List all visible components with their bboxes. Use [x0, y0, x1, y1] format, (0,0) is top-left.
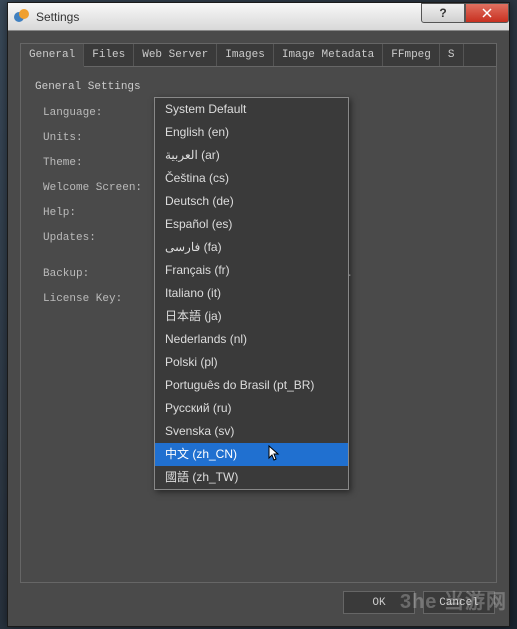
- label-updates: Updates:: [43, 232, 153, 244]
- label-welcome: Welcome Screen:: [43, 182, 153, 194]
- label-theme: Theme:: [43, 157, 153, 169]
- dropdown-item[interactable]: Français (fr): [155, 259, 348, 282]
- app-icon: [14, 9, 30, 25]
- window-title: Settings: [36, 10, 79, 24]
- dropdown-item[interactable]: Русский (ru): [155, 397, 348, 420]
- tab-ffmpeg[interactable]: FFmpeg: [383, 44, 440, 66]
- dropdown-item[interactable]: System Default: [155, 98, 348, 121]
- window-controls: ?: [421, 3, 509, 23]
- dropdown-item[interactable]: Español (es): [155, 213, 348, 236]
- dropdown-item[interactable]: 日本語 (ja): [155, 305, 348, 328]
- dropdown-item[interactable]: Čeština (cs): [155, 167, 348, 190]
- tab-general[interactable]: General: [21, 44, 84, 67]
- cursor-icon: [268, 445, 282, 468]
- cancel-button[interactable]: Cancel: [423, 591, 495, 614]
- label-backup: Backup:: [43, 268, 153, 280]
- dropdown-item[interactable]: 國語 (zh_TW): [155, 466, 348, 489]
- section-title: General Settings: [35, 81, 482, 93]
- label-help: Help:: [43, 207, 153, 219]
- dropdown-item[interactable]: English (en): [155, 121, 348, 144]
- tab-metadata[interactable]: Image Metadata: [274, 44, 383, 66]
- dialog-buttons: OK Cancel: [343, 591, 495, 614]
- titlebar[interactable]: Settings ?: [8, 3, 509, 31]
- dropdown-item[interactable]: Polski (pl): [155, 351, 348, 374]
- language-dropdown[interactable]: System DefaultEnglish (en)العربية (ar)Če…: [154, 97, 349, 490]
- ok-button[interactable]: OK: [343, 591, 415, 614]
- close-icon: [482, 8, 492, 18]
- tab-files[interactable]: Files: [84, 44, 134, 66]
- tab-strip: General Files Web Server Images Image Me…: [21, 44, 496, 67]
- tab-more[interactable]: S: [440, 44, 464, 66]
- tab-images[interactable]: Images: [217, 44, 274, 66]
- dialog-content: General Files Web Server Images Image Me…: [8, 31, 509, 626]
- dropdown-item[interactable]: Italiano (it): [155, 282, 348, 305]
- tab-webserver[interactable]: Web Server: [134, 44, 217, 66]
- label-license: License Key:: [43, 293, 153, 305]
- dropdown-item[interactable]: Nederlands (nl): [155, 328, 348, 351]
- help-button[interactable]: ?: [421, 3, 465, 23]
- dropdown-item[interactable]: العربية (ar): [155, 144, 348, 167]
- label-units: Units:: [43, 132, 153, 144]
- dropdown-item[interactable]: فارسى (fa): [155, 236, 348, 259]
- dropdown-item[interactable]: Português do Brasil (pt_BR): [155, 374, 348, 397]
- dropdown-item[interactable]: 中文 (zh_CN): [155, 443, 348, 466]
- close-button[interactable]: [465, 3, 509, 23]
- settings-dialog: Settings ? General Files Web Server Imag…: [7, 2, 510, 627]
- label-language: Language:: [43, 107, 153, 119]
- dropdown-item[interactable]: Deutsch (de): [155, 190, 348, 213]
- dropdown-item[interactable]: Svenska (sv): [155, 420, 348, 443]
